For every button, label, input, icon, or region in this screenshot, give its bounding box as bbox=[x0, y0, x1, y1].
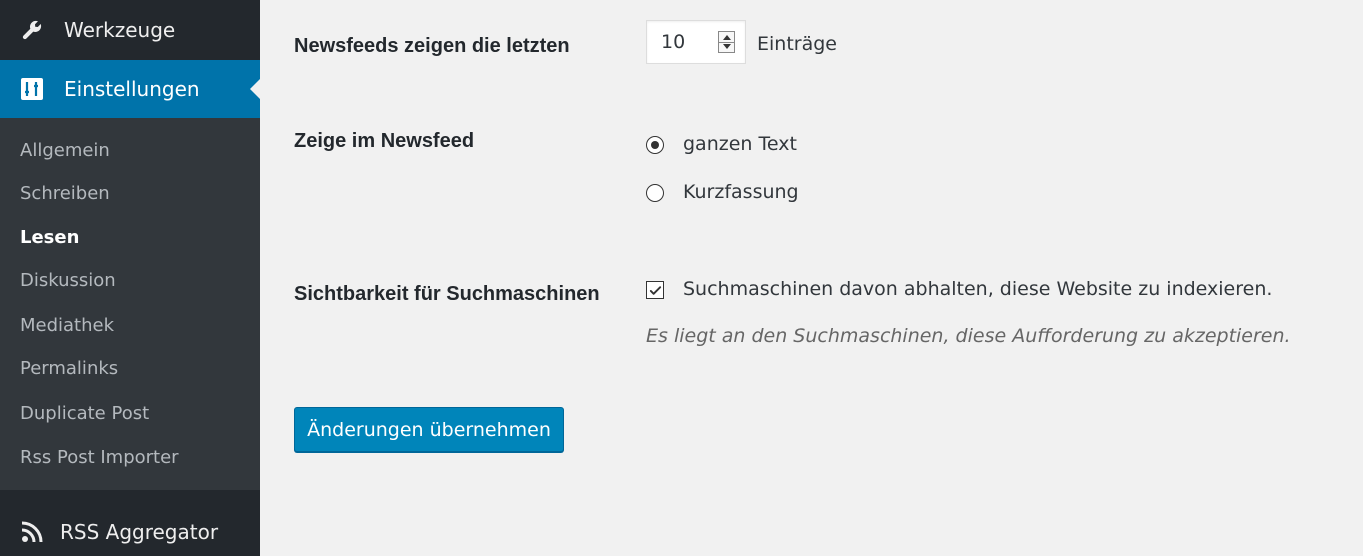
wrench-icon bbox=[20, 18, 44, 42]
admin-sidebar: Werkzeuge Einstellungen Allgemein Schrei… bbox=[0, 0, 260, 556]
submenu-item-permalinks[interactable]: Permalinks bbox=[20, 357, 118, 381]
number-spinner[interactable] bbox=[718, 31, 735, 53]
radio-full-text-label[interactable]: ganzen Text bbox=[683, 133, 797, 155]
menu-item-werkzeuge[interactable]: Werkzeuge bbox=[0, 0, 260, 60]
feed-count-input[interactable]: 10 bbox=[646, 20, 746, 64]
submenu-item-allgemein[interactable]: Allgemein bbox=[20, 139, 110, 163]
save-changes-button[interactable]: Änderungen übernehmen bbox=[294, 407, 564, 452]
menu-label-rss-aggregator: RSS Aggregator bbox=[60, 520, 219, 544]
radio-full-text[interactable] bbox=[646, 136, 664, 154]
feed-count-value: 10 bbox=[661, 31, 686, 53]
submenu-item-duplicate-post[interactable]: Duplicate Post bbox=[20, 402, 149, 426]
menu-item-rss-aggregator[interactable]: RSS Aggregator bbox=[0, 508, 260, 556]
settings-sliders-icon bbox=[20, 77, 44, 101]
submenu-item-mediathek[interactable]: Mediathek bbox=[20, 314, 114, 338]
settings-main: Newsfeeds zeigen die letzten 10 Einträge… bbox=[260, 0, 1363, 556]
menu-label-werkzeuge: Werkzeuge bbox=[64, 18, 176, 42]
submenu-item-lesen[interactable]: Lesen bbox=[20, 226, 79, 250]
current-menu-arrow bbox=[250, 79, 260, 99]
submenu-item-rss-post-importer[interactable]: Rss Post Importer bbox=[20, 446, 179, 470]
submenu-item-schreiben[interactable]: Schreiben bbox=[20, 182, 110, 206]
search-visibility-label: Sichtbarkeit für Suchmaschinen bbox=[294, 283, 600, 305]
feed-count-suffix: Einträge bbox=[757, 33, 837, 55]
feed-count-label: Newsfeeds zeigen die letzten bbox=[294, 35, 570, 57]
radio-summary-label[interactable]: Kurzfassung bbox=[683, 181, 799, 203]
spinner-down-icon[interactable] bbox=[723, 44, 731, 49]
radio-summary[interactable] bbox=[646, 184, 664, 202]
menu-label-einstellungen: Einstellungen bbox=[64, 77, 200, 101]
search-visibility-checkbox-label[interactable]: Suchmaschinen davon abhalten, diese Webs… bbox=[683, 278, 1272, 300]
rss-icon bbox=[20, 520, 44, 544]
spinner-up-icon[interactable] bbox=[723, 35, 731, 40]
settings-submenu: Allgemein Schreiben Lesen Diskussion Med… bbox=[0, 118, 260, 490]
search-visibility-checkbox[interactable] bbox=[646, 281, 664, 299]
search-visibility-description: Es liegt an den Suchmaschinen, diese Auf… bbox=[646, 325, 1291, 347]
menu-item-einstellungen[interactable]: Einstellungen bbox=[0, 60, 260, 118]
feed-content-label: Zeige im Newsfeed bbox=[294, 130, 475, 152]
submenu-item-diskussion[interactable]: Diskussion bbox=[20, 269, 116, 293]
